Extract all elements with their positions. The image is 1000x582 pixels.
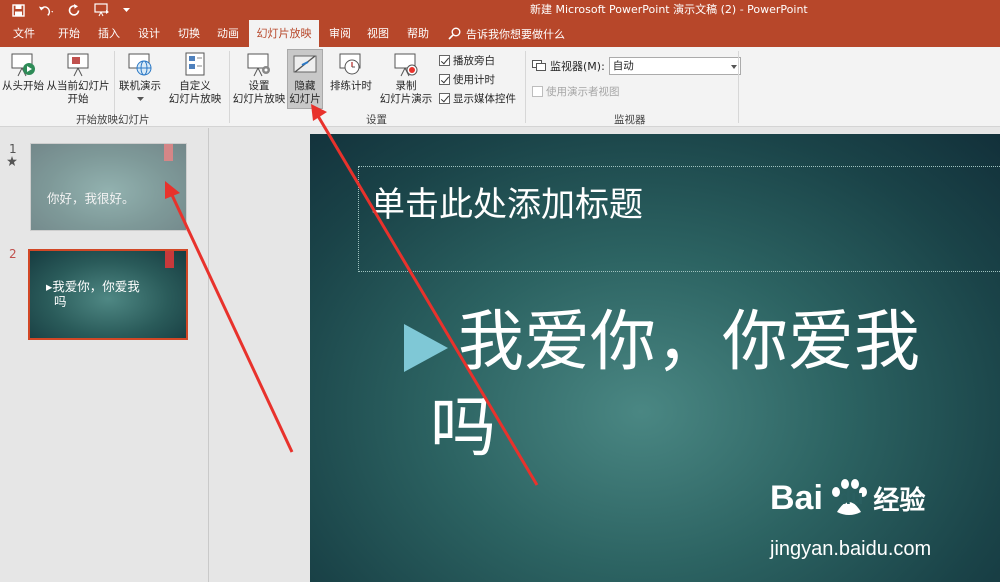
group-separator xyxy=(738,51,739,123)
tab-design[interactable]: 设计 xyxy=(128,20,170,47)
globe-presentation-icon xyxy=(125,50,155,80)
body-text-line-2[interactable]: 吗 xyxy=(430,388,496,468)
search-icon xyxy=(448,27,461,40)
ribbon-tab-bar: 文件 开始 插入 设计 切换 动画 幻灯片放映 审阅 视图 帮助 告诉我你想要做… xyxy=(0,20,1000,47)
record-label-2: 幻灯片演示 xyxy=(379,93,433,105)
presenter-view-checkbox[interactable]: 使用演示者视图 xyxy=(532,84,620,99)
thumbnail-2-line-2: 吗 xyxy=(54,294,67,309)
from-beginning-label: 从头开始 xyxy=(2,80,44,92)
group-label-monitors: 监视器 xyxy=(614,114,646,126)
watermark-logo-cn: 经验 xyxy=(873,485,926,516)
custom-slide-show-button[interactable]: 自定义 幻灯片放映 xyxy=(164,50,226,106)
use-timings-label: 使用计时 xyxy=(453,74,495,86)
watermark-logo-text: Bai xyxy=(770,479,823,517)
quick-access-toolbar xyxy=(10,0,130,20)
monitor-row: 监视器(M): 自动 xyxy=(532,57,741,75)
chevron-down-icon xyxy=(730,65,737,69)
tab-view[interactable]: 视图 xyxy=(358,20,398,47)
group-label-start-slideshow: 开始放映幻灯片 xyxy=(76,114,150,126)
record-icon xyxy=(391,50,421,80)
tab-home[interactable]: 开始 xyxy=(48,20,90,47)
animation-star-icon xyxy=(7,156,17,166)
tab-review[interactable]: 审阅 xyxy=(320,20,360,47)
show-media-controls-label: 显示媒体控件 xyxy=(453,93,516,105)
checkbox-checked[interactable] xyxy=(439,55,450,66)
body-text-line-1[interactable]: 我爱你，你爱我 xyxy=(458,302,920,382)
bullet-triangle-icon xyxy=(404,324,448,372)
start-from-beginning-icon[interactable] xyxy=(94,2,110,18)
monitor-label: 监视器(M): xyxy=(550,60,605,73)
tab-file[interactable]: 文件 xyxy=(2,20,46,47)
setup-show-icon xyxy=(244,50,274,80)
undo-icon[interactable] xyxy=(38,2,54,18)
thumbnail-2-line-1: ▸我爱你，你爱我 xyxy=(46,279,140,294)
ribbon-slide-show: 从头开始 从当前幻灯片 开始 联机演示 自定义 幻灯片放映 开始放映幻灯片 设置… xyxy=(0,47,1000,127)
setup-slide-show-button[interactable]: 设置 幻灯片放映 xyxy=(232,50,286,106)
dropdown-arrow-icon xyxy=(136,97,144,101)
customize-qat-icon[interactable] xyxy=(122,2,130,18)
title-placeholder[interactable]: 单击此处添加标题 xyxy=(358,166,1000,272)
redo-icon[interactable] xyxy=(66,2,82,18)
monitor-select[interactable]: 自动 xyxy=(608,57,741,75)
monitor-select-value: 自动 xyxy=(612,60,634,72)
checkbox-checked[interactable] xyxy=(439,93,450,104)
from-current-label-1: 从当前幻灯片 xyxy=(46,80,110,92)
custom-show-icon xyxy=(180,50,210,80)
setup-show-label-1: 设置 xyxy=(248,80,270,92)
accent-bar xyxy=(164,144,173,161)
accent-bar xyxy=(165,251,174,268)
tab-help[interactable]: 帮助 xyxy=(397,20,439,47)
tab-animations[interactable]: 动画 xyxy=(207,20,249,47)
title-placeholder-text: 单击此处添加标题 xyxy=(371,185,643,225)
hide-slide-icon xyxy=(290,50,320,80)
checkbox-checked[interactable] xyxy=(439,74,450,85)
from-current-slide-button[interactable]: 从当前幻灯片 开始 xyxy=(46,50,110,106)
group-separator xyxy=(229,51,230,123)
tell-me-search[interactable]: 告诉我你想要做什么 xyxy=(448,20,565,47)
tab-transitions[interactable]: 切换 xyxy=(168,20,210,47)
title-bar: 新建 Microsoft PowerPoint 演示文稿 (2) - Power… xyxy=(0,0,1000,20)
play-narrations-checkbox[interactable]: 播放旁白 xyxy=(439,53,495,68)
use-timings-checkbox[interactable]: 使用计时 xyxy=(439,72,495,87)
present-online-button[interactable]: 联机演示 xyxy=(118,50,162,102)
window-title: 新建 Microsoft PowerPoint 演示文稿 (2) - Power… xyxy=(530,3,808,16)
presentation-current-icon xyxy=(63,50,93,80)
tab-insert[interactable]: 插入 xyxy=(88,20,130,47)
present-online-label: 联机演示 xyxy=(119,80,161,92)
save-icon[interactable] xyxy=(10,2,26,18)
setup-show-label-2: 幻灯片放映 xyxy=(232,93,286,105)
from-current-label-2: 开始 xyxy=(67,93,89,105)
stopwatch-slide-icon xyxy=(336,50,366,80)
tab-slide-show[interactable]: 幻灯片放映 xyxy=(249,20,319,47)
tell-me-placeholder: 告诉我你想要做什么 xyxy=(466,27,565,41)
baidu-jingyan-watermark: Bai du 经验 xyxy=(770,478,925,518)
record-label-1: 录制 xyxy=(395,80,417,92)
watermark-url: jingyan.baidu.com xyxy=(770,538,932,560)
slide-thumbnail-2[interactable]: ▸我爱你，你爱我 吗 xyxy=(28,249,188,340)
thumbnail-1-text: 你好，我很好。 xyxy=(47,191,135,206)
show-media-controls-checkbox[interactable]: 显示媒体控件 xyxy=(439,91,516,106)
group-label-setup: 设置 xyxy=(366,114,387,126)
hide-slide-label-2: 幻灯片 xyxy=(289,93,321,105)
custom-show-label-1: 自定义 xyxy=(179,80,211,92)
checkbox-unchecked[interactable] xyxy=(532,86,543,97)
group-separator xyxy=(525,51,526,123)
presentation-play-icon xyxy=(8,50,38,80)
presenter-view-label: 使用演示者视图 xyxy=(546,86,620,98)
custom-show-label-2: 幻灯片放映 xyxy=(168,93,222,105)
from-beginning-button[interactable]: 从头开始 xyxy=(2,50,44,93)
rehearse-timings-button[interactable]: 排练计时 xyxy=(328,50,374,93)
slide-number-1: 1 xyxy=(9,142,17,156)
slide-thumbnail-1[interactable]: 你好，我很好。 xyxy=(30,143,187,231)
slide-number-2: 2 xyxy=(9,247,17,261)
editor-background xyxy=(209,128,310,582)
play-narrations-label: 播放旁白 xyxy=(453,55,495,67)
rehearse-timings-label: 排练计时 xyxy=(330,80,372,92)
record-slide-show-button[interactable]: 录制 幻灯片演示 xyxy=(376,50,436,106)
hide-slide-label-1: 隐藏 xyxy=(294,80,316,92)
watermark-logo-du: du xyxy=(838,487,864,509)
hide-slide-button[interactable]: 隐藏 幻灯片 xyxy=(287,49,323,109)
monitor-icon xyxy=(532,60,546,71)
